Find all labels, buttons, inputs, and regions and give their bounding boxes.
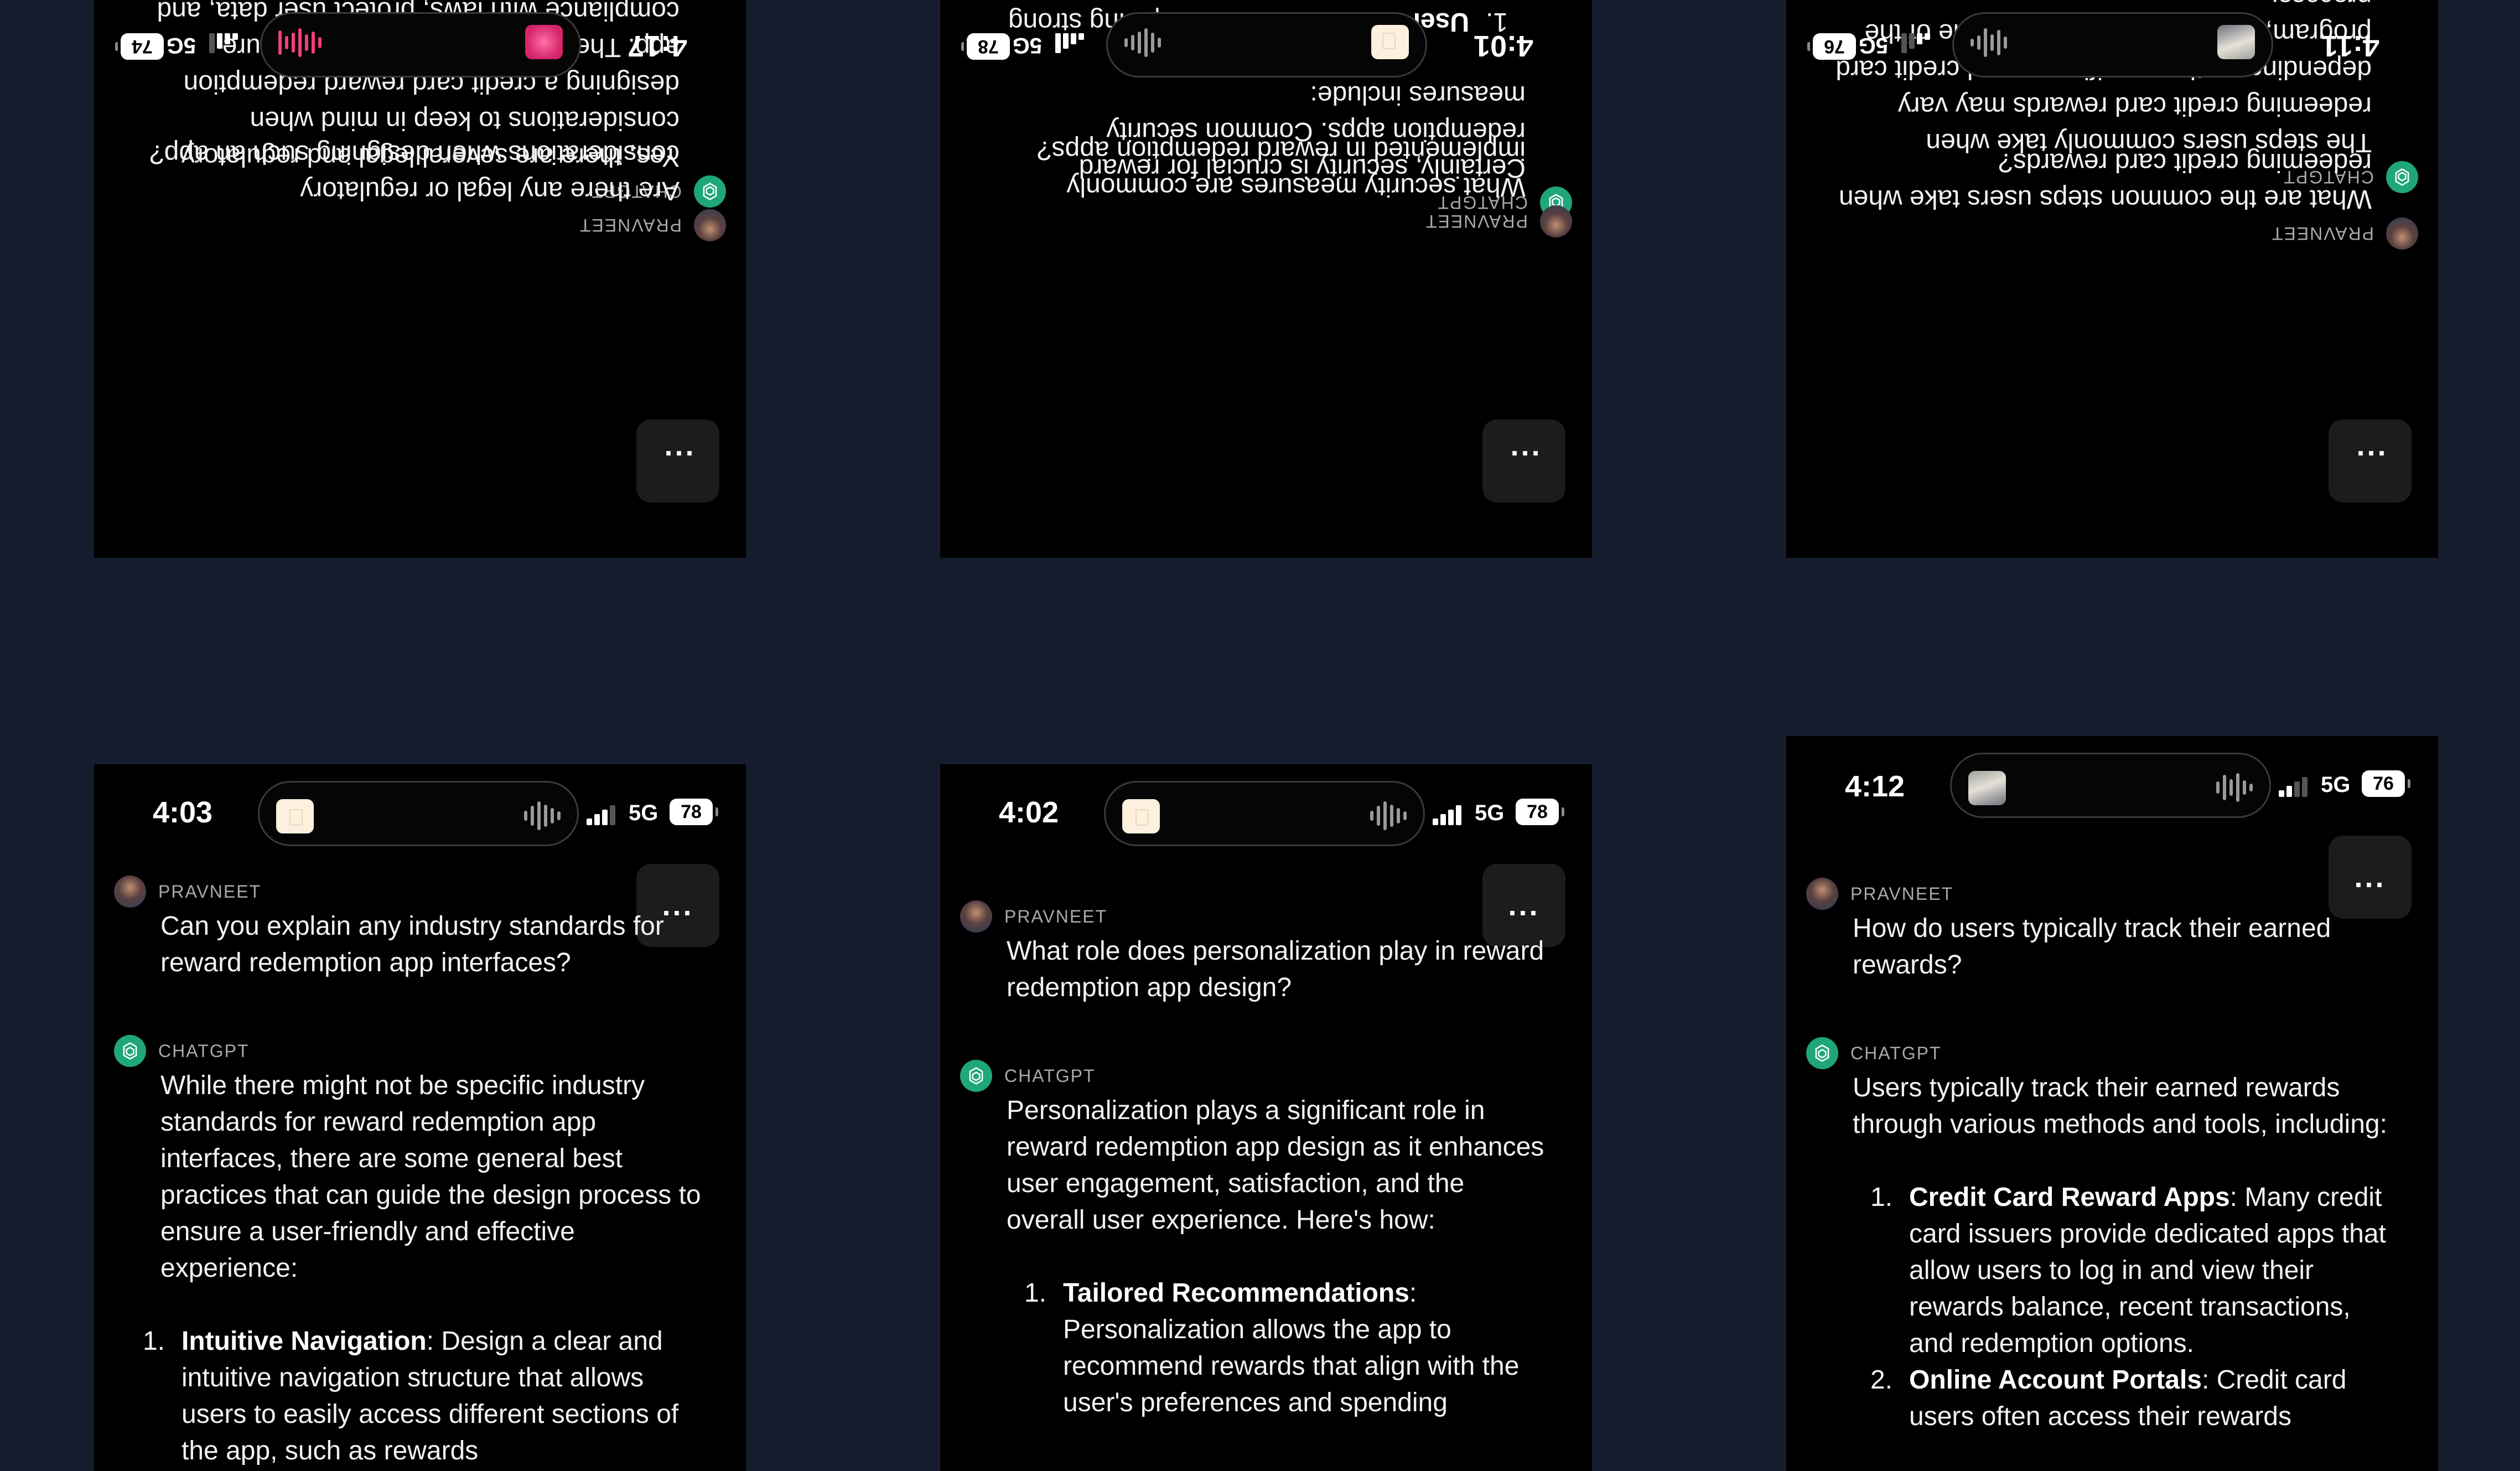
user-message: PRAVNEET Can you explain any industry st… — [114, 875, 702, 981]
network-type: 5G — [2321, 773, 2351, 797]
now-playing-artwork — [1968, 771, 2006, 805]
dynamic-island[interactable] — [1950, 753, 2271, 818]
question-text: What security measures are commonly impl… — [1036, 136, 1526, 201]
chatgpt-logo-icon — [1806, 1037, 1838, 1069]
user-message: PRAVNEET What security measures are comm… — [984, 132, 1572, 238]
user-avatar — [1540, 205, 1572, 237]
list-item: 1. Intuitive Navigation: Design a clear … — [142, 1327, 679, 1465]
status-time: 4:11 — [2321, 29, 2379, 63]
network-type: 5G — [1012, 33, 1042, 58]
now-playing-artwork — [276, 799, 314, 833]
audio-waveform-icon — [524, 801, 561, 830]
cellular-signal-icon — [2279, 775, 2312, 797]
user-avatar — [1806, 878, 1838, 910]
chatgpt-logo-icon — [114, 1035, 146, 1067]
list-item: 1. Credit Card Reward Apps: Many credit … — [1870, 1183, 2386, 1358]
dynamic-island[interactable] — [1106, 12, 1427, 77]
network-type: 5G — [1475, 801, 1505, 825]
chatgpt-message: CHATGPT Personalization plays a signific… — [960, 1059, 1548, 1421]
cellular-signal-icon — [587, 803, 620, 825]
list-item: 1. Tailored Recommendations: Personaliza… — [1024, 1278, 1520, 1417]
phone-panel-bottom-left: 4:03 5G 78 ... PRAVNEET Can you explain … — [94, 764, 746, 1471]
status-bar: 4:02 5G 78 — [940, 781, 1592, 847]
audio-waveform-icon — [278, 28, 322, 57]
sender-name-user: PRAVNEET — [2270, 224, 2374, 244]
sender-name-user: PRAVNEET — [578, 215, 682, 236]
sender-name-user: PRAVNEET — [1850, 883, 1954, 904]
dynamic-island[interactable] — [1952, 12, 2273, 77]
status-time: 4:03 — [153, 796, 213, 829]
more-options-button[interactable]: ... — [2329, 419, 2412, 503]
user-avatar — [960, 900, 992, 933]
status-time: 4:17 — [627, 29, 687, 63]
audio-waveform-icon — [1370, 801, 1407, 830]
audio-waveform-icon — [1124, 28, 1161, 57]
status-bar: 4:03 5G 78 — [94, 781, 746, 847]
battery-level: 78 — [1516, 799, 1564, 825]
chatgpt-message: CHATGPT Users typically track their earn… — [1806, 1037, 2394, 1435]
now-playing-artwork — [2217, 25, 2255, 59]
dynamic-island[interactable] — [260, 12, 581, 77]
now-playing-artwork — [525, 25, 563, 59]
answer-text: While there might not be specific indust… — [143, 1068, 702, 1469]
network-type: 5G — [166, 33, 196, 58]
now-playing-artwork — [1122, 799, 1160, 833]
question-text: How do users typically track their earne… — [1853, 914, 2331, 980]
network-type: 5G — [1858, 33, 1888, 58]
battery-level: 74 — [121, 33, 164, 60]
status-bar: 4:17 5G 74 — [94, 11, 746, 77]
more-options-button[interactable]: ... — [1482, 419, 1565, 503]
cellular-signal-icon — [205, 33, 238, 55]
list-item: 2. Online Account Portals: Credit card u… — [1870, 1365, 2347, 1431]
sender-name-user: PRAVNEET — [1004, 906, 1108, 926]
user-message: PRAVNEET How do users typically track th… — [1806, 877, 2394, 983]
user-message: PRAVNEET What are the common steps users… — [1831, 144, 2418, 250]
sender-name-user: PRAVNEET — [1424, 211, 1528, 232]
sender-name-chatgpt: CHATGPT — [158, 1040, 250, 1061]
battery-level: 78 — [670, 799, 718, 825]
now-playing-artwork — [1371, 25, 1409, 59]
sender-name-chatgpt: CHATGPT — [1004, 1065, 1096, 1086]
audio-waveform-icon — [2216, 773, 2253, 802]
network-type: 5G — [629, 801, 658, 825]
answer-text: Users typically track their earned rewar… — [1853, 1070, 2394, 1435]
status-bar: 4:12 5G 76 — [1786, 753, 2438, 819]
user-message: PRAVNEET What role does personalization … — [960, 900, 1548, 1006]
battery-level: 76 — [2362, 770, 2410, 797]
phone-panel-top-right: CHATGPT The steps users commonly take wh… — [1786, 0, 2438, 558]
phone-panel-top-left: CHATGPT Yes, there are several legal and… — [94, 0, 746, 558]
phone-panel-top-middle: CHATGPT Certainly, security is crucial f… — [940, 0, 1592, 558]
answer-text: Personalization plays a significant role… — [1007, 1092, 1548, 1421]
sender-name-user: PRAVNEET — [158, 881, 262, 902]
cellular-signal-icon — [1897, 33, 1930, 55]
sender-name-chatgpt: CHATGPT — [1850, 1043, 1942, 1063]
user-avatar — [694, 209, 726, 241]
question-text: What are the common steps users take whe… — [1838, 148, 2372, 214]
chatgpt-message: CHATGPT While there might not be specifi… — [114, 1034, 702, 1469]
status-bar: 4:01 5G 78 — [940, 11, 1592, 77]
chatgpt-logo-icon — [960, 1060, 992, 1092]
status-time: 4:12 — [1845, 770, 1905, 803]
dynamic-island[interactable] — [1104, 781, 1425, 846]
battery-level: 76 — [1813, 33, 1856, 60]
user-avatar — [2386, 217, 2418, 250]
user-avatar — [114, 876, 146, 908]
more-options-button[interactable]: ... — [636, 419, 719, 503]
cellular-signal-icon — [1433, 803, 1466, 825]
phone-panel-bottom-right: 4:12 5G 76 ... PRAVNEET How do users typ… — [1786, 736, 2438, 1471]
status-bar: 4:11 5G 76 — [1786, 11, 2438, 77]
user-message: PRAVNEET Are there any legal or regulato… — [138, 136, 726, 242]
status-time: 4:01 — [1473, 29, 1533, 63]
audio-waveform-icon — [1971, 28, 2007, 57]
question-text: Can you explain any industry standards f… — [160, 911, 664, 977]
dynamic-island[interactable] — [258, 781, 579, 846]
battery-level: 78 — [967, 33, 1010, 60]
phone-panel-bottom-middle: 4:02 5G 78 ... PRAVNEET What role does p… — [940, 764, 1592, 1471]
question-text: Are there any legal or regulatory consid… — [149, 139, 680, 205]
cellular-signal-icon — [1051, 33, 1084, 55]
status-time: 4:02 — [999, 796, 1059, 829]
question-text: What role does personalization play in r… — [1007, 936, 1544, 1002]
